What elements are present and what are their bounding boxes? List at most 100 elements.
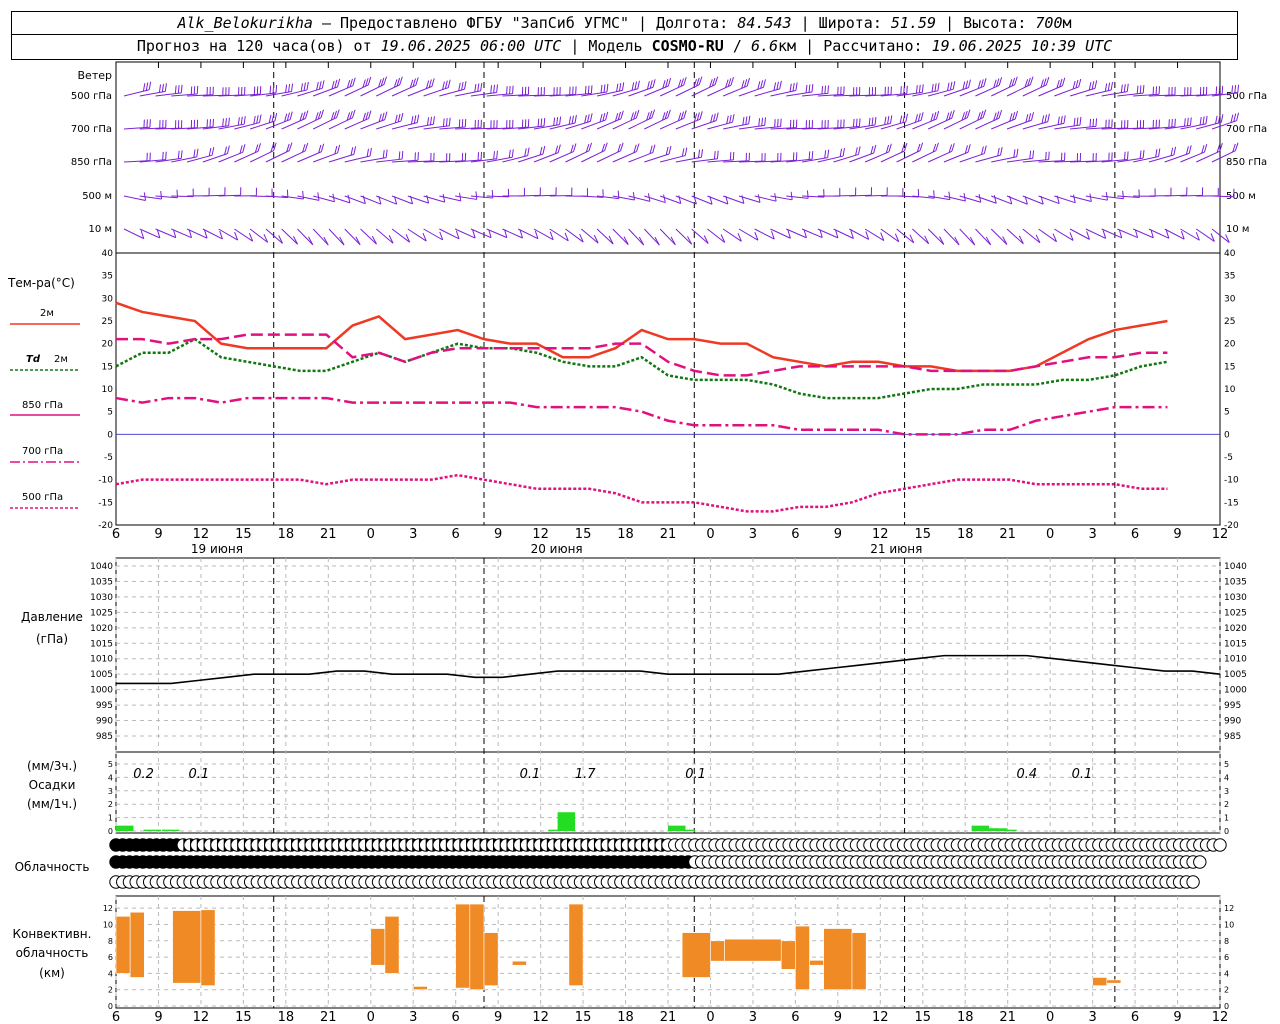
conv-ytick: 2	[108, 986, 113, 995]
wind-barb-flag	[158, 84, 162, 93]
wind-barb-flag	[870, 145, 874, 155]
wind-barb-flag	[490, 85, 493, 94]
wind-barb-flag	[524, 148, 527, 157]
wind-barb-flag	[401, 151, 404, 160]
wind-barb-flag	[512, 85, 514, 94]
wind-barb-flag	[461, 81, 464, 91]
wind-barb	[1180, 151, 1205, 163]
temp-ytick: 10	[102, 385, 114, 395]
wind-level-10m-right: 10 м	[1226, 224, 1249, 235]
wind-barb-flag	[256, 115, 259, 124]
wind-barb-flag	[240, 116, 243, 125]
wind-barb-flag	[1155, 149, 1158, 158]
conv-bar	[483, 932, 499, 986]
wind-barb	[864, 151, 890, 163]
conv-bar	[384, 916, 400, 974]
wind-barb-flag	[351, 109, 356, 119]
wind-barb-flag	[899, 115, 903, 124]
wind-barb-flag	[413, 115, 417, 124]
conv-bar	[469, 903, 485, 990]
wind-barb-flag	[983, 78, 987, 87]
wind-barb-flag	[871, 117, 874, 126]
wind-barb-flag	[852, 118, 855, 128]
wind-barb-flag	[619, 82, 622, 92]
wind-barb-flag	[608, 235, 614, 245]
wind-barb-flag	[1061, 77, 1066, 86]
wind-barb-flag	[584, 85, 587, 94]
wind-barb-flag	[1073, 117, 1076, 126]
precip-total-label: 0.1	[1072, 767, 1093, 782]
wind-barb-flag	[646, 81, 650, 90]
wind-barb-flag	[1186, 117, 1189, 126]
wind-barb-flag	[760, 80, 764, 89]
wind-barb-flag	[951, 143, 955, 152]
wind-barb-flag	[306, 81, 309, 91]
wind-barb	[628, 228, 645, 246]
wind-barb-flag	[951, 109, 955, 119]
temp-xtick: 21	[999, 527, 1016, 542]
pressure-title-b: (гПа)	[36, 632, 68, 646]
wind-barb-flag	[400, 112, 404, 122]
wind-barb-flag	[998, 109, 1003, 119]
wind-barb-flag	[268, 114, 272, 123]
conv-bar	[851, 932, 867, 990]
wind-barb-flag	[222, 118, 224, 127]
wind-barb-flag	[966, 109, 971, 118]
pressure-ytick: 1015	[90, 639, 113, 649]
wind-barb-flag	[712, 113, 716, 122]
wind-barb-flag	[857, 146, 861, 155]
wind-barb-flag	[900, 86, 902, 95]
wind-barb-flag	[347, 194, 351, 203]
wind-barb-flag	[652, 79, 656, 88]
temp-xtick: 3	[749, 527, 757, 542]
wind-barb	[375, 228, 394, 244]
wind-barb-flag	[997, 147, 1000, 157]
wind-barb-flag	[426, 195, 430, 204]
wind-barb	[912, 228, 930, 245]
conv-xtick: 12	[872, 1010, 889, 1024]
wind-barb-flag	[382, 150, 385, 159]
pressure-ytick: 1000	[90, 686, 113, 696]
wind-barb-flag	[1079, 116, 1082, 126]
cloud-title: Облачность	[15, 860, 90, 874]
wind-barb-flag	[716, 150, 719, 159]
conv-ytick: 12	[103, 904, 113, 913]
wind-barb-flag	[1072, 194, 1076, 203]
temp-ytick-right: 15	[1224, 362, 1235, 372]
wind-barb-flag	[302, 190, 304, 200]
wind-barb-flag	[603, 84, 606, 93]
temp-xtick: 0	[706, 527, 714, 542]
temp-xtick: 0	[367, 527, 375, 542]
wind-barb-flag	[1029, 76, 1034, 85]
meteogram-svg: Ветер 500 гПа 700 гПа 850 гПа 500 м 10 м…	[7, 61, 1267, 1024]
wind-barb-flag	[600, 84, 603, 93]
wind-barb-flag	[919, 142, 924, 151]
pressure-ytick-right: 1010	[1224, 655, 1247, 665]
wind-barb	[643, 228, 660, 246]
wind-barb-flag	[225, 118, 227, 127]
pressure-ytick-right: 985	[1224, 732, 1241, 742]
wind-barb-flag	[1189, 117, 1192, 126]
wind-barb-flag	[934, 83, 937, 92]
wind-barb-flag	[1092, 118, 1095, 127]
temp-ytick-right: 0	[1224, 430, 1230, 440]
wind-barb-flag	[289, 111, 293, 120]
wind-barb-flag	[410, 116, 414, 125]
temp-xtick: 12	[1212, 527, 1229, 542]
temp-xtick: 12	[532, 527, 549, 542]
wind-barb-flag	[779, 80, 782, 89]
temp-title: Тем-ра(°С)	[7, 276, 75, 290]
cloud-cell	[1213, 838, 1227, 852]
conv-xtick: 9	[1173, 1010, 1181, 1024]
conv-ytick-right: 4	[1224, 969, 1229, 978]
wind-barb-flag	[228, 117, 230, 126]
wind-barb-flag	[965, 80, 969, 89]
cloud-cell	[1186, 875, 1200, 889]
wind-barb	[596, 228, 614, 245]
wind-barb-flag	[855, 118, 858, 127]
chart-marks: -20 -20-15 -15-10 -10-5 -50 05 510 1015 1520 2025…	[90, 61, 1247, 1024]
wind-barb-flag	[557, 144, 561, 153]
wind-barb-flag	[1188, 145, 1192, 154]
conv-ytick-right: 12	[1224, 904, 1234, 913]
wind-barb-flag	[905, 113, 909, 122]
